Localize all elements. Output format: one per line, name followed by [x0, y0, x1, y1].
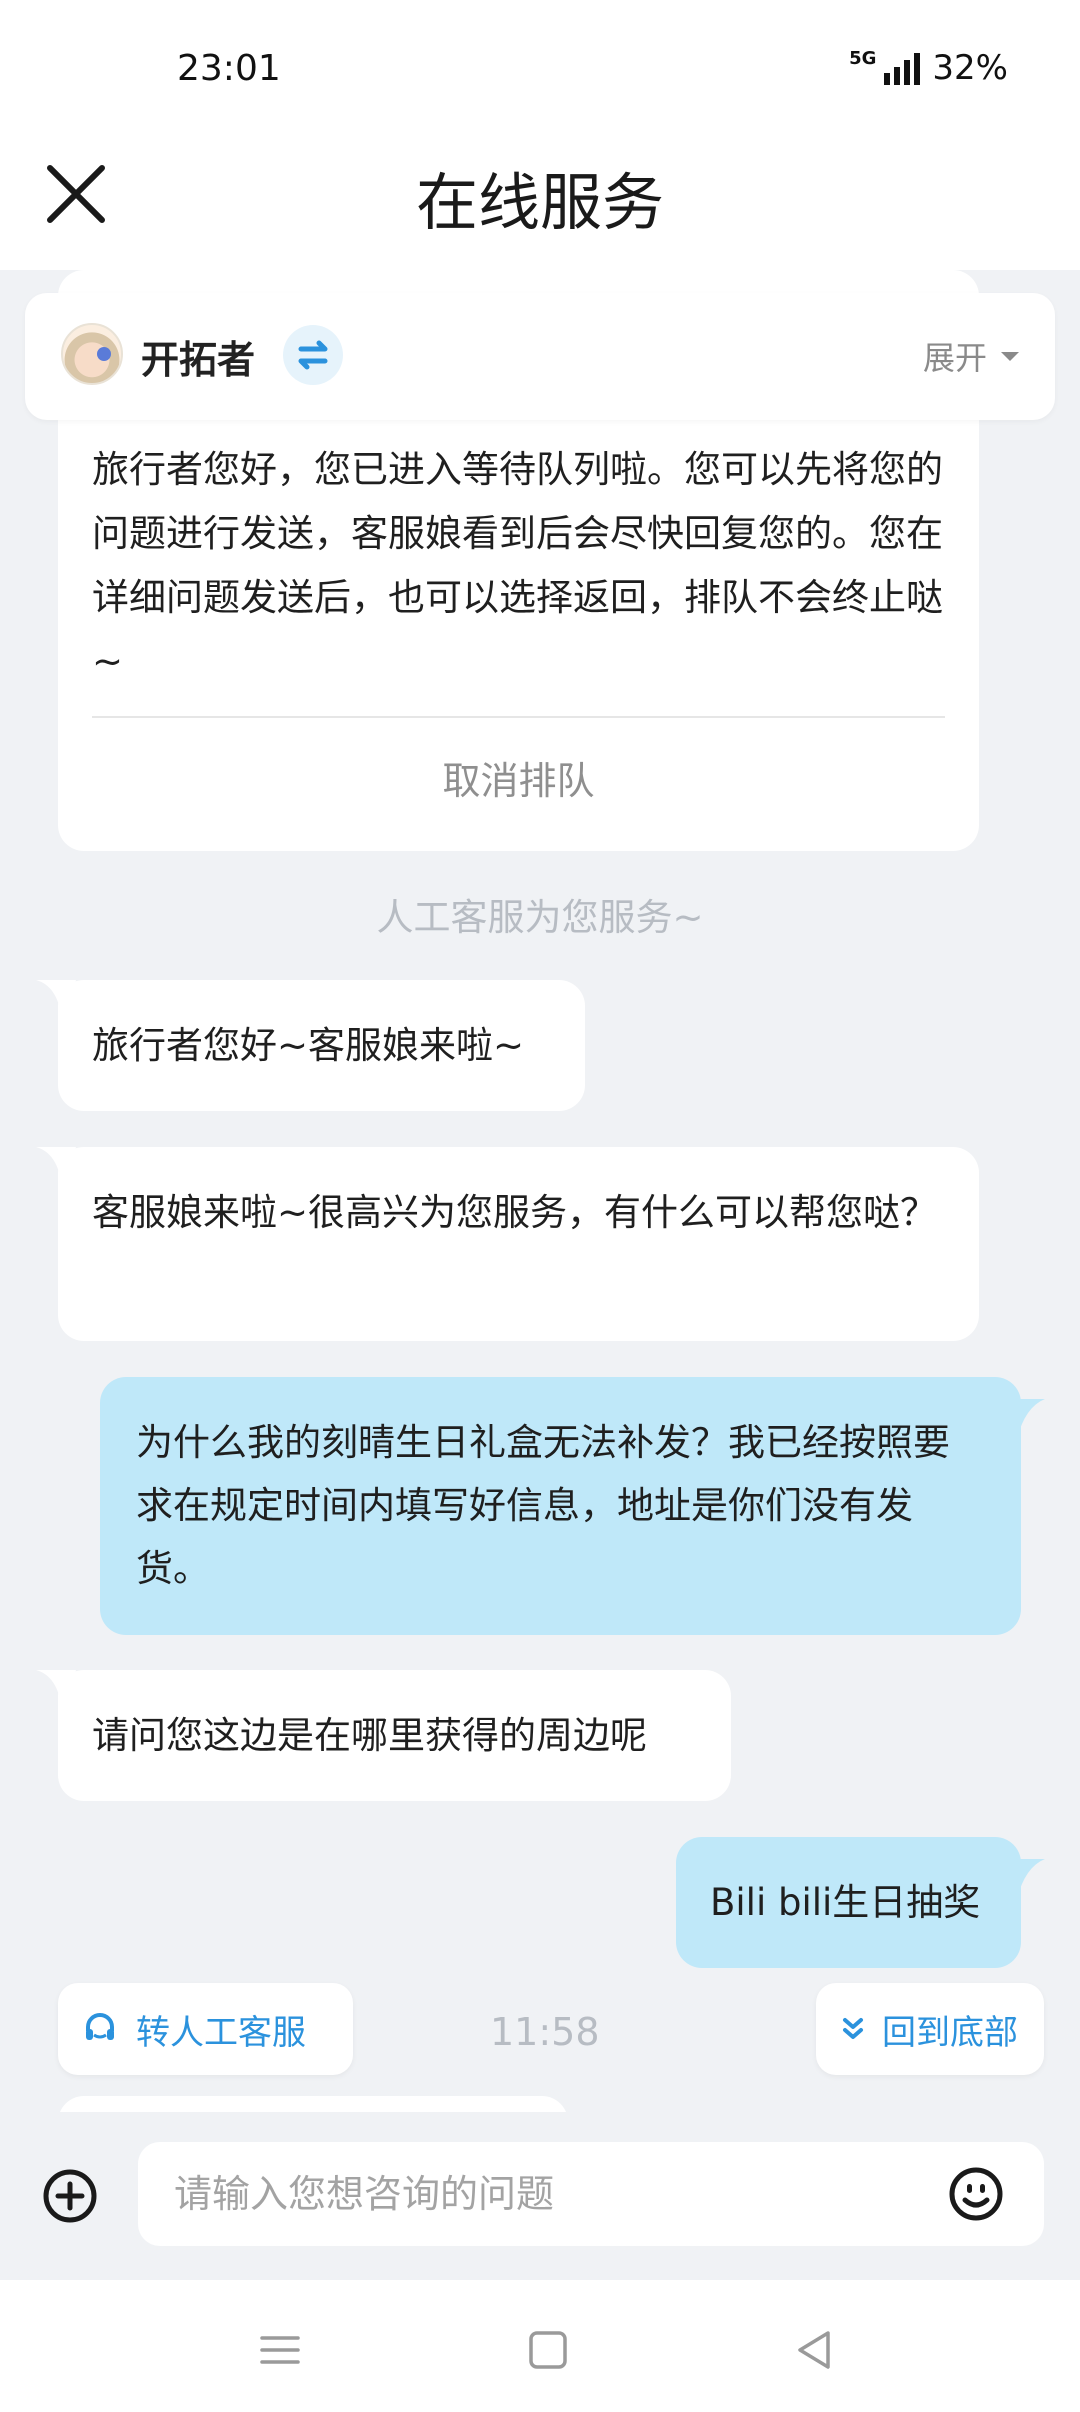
home-square-icon — [529, 2331, 567, 2369]
menu-icon — [260, 2336, 300, 2364]
swap-icon — [298, 340, 328, 370]
agent-message: 客服娘来啦~很高兴为您服务，有什么可以帮您哒？ — [58, 1147, 979, 1341]
message-text: Bili bili生日抽奖 — [710, 1881, 981, 1924]
back-button[interactable] — [784, 2320, 844, 2380]
smiley-icon — [949, 2167, 1003, 2221]
partial-message — [58, 2096, 568, 2112]
scroll-to-bottom-label: 回到底部 — [882, 2012, 1018, 2053]
double-chevron-down-icon — [843, 2018, 863, 2039]
transfer-human-button[interactable]: 转人工客服 — [58, 1983, 353, 2075]
status-bar: 23:01 5G 32% — [0, 0, 1080, 130]
agent-card: 开拓者 展开 — [25, 293, 1055, 420]
status-indicators: 5G 32% — [849, 47, 1008, 89]
expand-button[interactable]: 展开 — [923, 333, 1019, 379]
emoji-button[interactable] — [948, 2166, 1004, 2222]
plus-circle-icon — [43, 2169, 97, 2223]
divider — [92, 716, 945, 718]
message-input[interactable] — [174, 2142, 934, 2246]
user-message: 为什么我的刻晴生日礼盒无法补发？我已经按照要求在规定时间内填写好信息，地址是你们… — [100, 1377, 1021, 1635]
user-message: Bili bili生日抽奖 — [676, 1837, 1021, 1968]
cancel-queue-button[interactable]: 取消排队 — [58, 750, 979, 813]
chat-area[interactable]: 开拓者 展开 旅行者您好，您已进入等待队列啦。您可以先将您的问题进行发送，客服娘… — [0, 270, 1080, 2112]
agent-message: 旅行者您好~客服娘来啦~ — [58, 980, 585, 1111]
recent-apps-button[interactable] — [250, 2320, 310, 2380]
message-timestamp: 11:58 — [490, 2010, 600, 2054]
message-text: 为什么我的刻晴生日礼盒无法补发？我已经按照要求在规定时间内填写好信息，地址是你们… — [136, 1421, 950, 1590]
avatar — [61, 323, 123, 385]
battery-level: 32% — [932, 48, 1008, 88]
queue-message-text: 旅行者您好，您已进入等待队列啦。您可以先将您的问题进行发送，客服娘看到后会尽快回… — [92, 448, 943, 683]
system-note: 人工客服为您服务~ — [376, 896, 704, 939]
system-nav-bar — [0, 2280, 1080, 2412]
message-text: 请问您这边是在哪里获得的周边呢 — [92, 1714, 647, 1757]
expand-label: 展开 — [922, 339, 987, 377]
message-input-container — [138, 2142, 1044, 2246]
title-bar: 在线服务 — [0, 130, 1080, 270]
agent-name: 开拓者 — [141, 338, 256, 382]
message-text: 旅行者您好~客服娘来啦~ — [92, 1024, 525, 1067]
attach-button[interactable] — [42, 2168, 98, 2224]
home-button[interactable] — [518, 2320, 578, 2380]
back-triangle-icon — [798, 2331, 830, 2369]
message-text: 客服娘来啦~很高兴为您服务，有什么可以帮您哒？ — [92, 1191, 938, 1234]
agent-message: 请问您这边是在哪里获得的周边呢 — [58, 1670, 731, 1801]
headset-icon — [86, 2013, 114, 2040]
switch-agent-button[interactable] — [283, 325, 343, 385]
page-title: 在线服务 — [415, 166, 664, 239]
scroll-to-bottom-button[interactable]: 回到底部 — [816, 1983, 1044, 2075]
composer-bar — [0, 2112, 1080, 2280]
chevron-down-icon — [1001, 351, 1019, 361]
signal-icon — [884, 51, 921, 85]
status-time: 23:01 — [177, 48, 281, 89]
network-type: 5G — [849, 47, 877, 69]
transfer-human-label: 转人工客服 — [136, 2012, 306, 2053]
